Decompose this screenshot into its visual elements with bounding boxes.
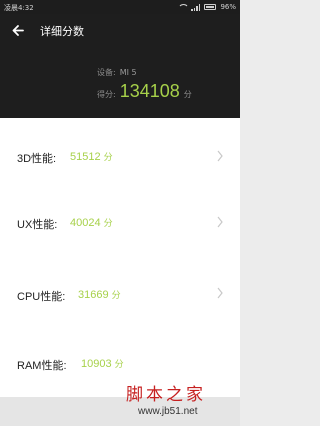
signal-icon xyxy=(191,3,201,11)
page-title: 详细分数 xyxy=(40,25,84,38)
score-card-label: RAM性能: xyxy=(17,360,67,372)
battery-percent: 96% xyxy=(220,3,236,11)
device-label: 设备: xyxy=(97,68,116,77)
score-label: 得分: xyxy=(97,90,116,99)
score-unit: 分 xyxy=(103,152,113,162)
chevron-right-icon xyxy=(217,287,223,299)
score-number: 31669 xyxy=(78,289,109,301)
score-card-value: 51512 分 xyxy=(70,150,113,163)
chevron-right-icon xyxy=(217,150,223,162)
back-button[interactable] xyxy=(8,20,28,40)
watermark-url: www.jb51.net xyxy=(138,406,198,417)
score-unit: 分 xyxy=(114,359,124,369)
score-value: 134108 xyxy=(119,81,180,101)
score-card-ux[interactable]: UX性能: 40024 分 xyxy=(0,186,240,258)
status-bar: 凌晨4:32 96% xyxy=(0,0,240,14)
app-screen: 凌晨4:32 96% 详细分数 设备: MI 5 得分: 134108 分 3D性… xyxy=(0,0,240,426)
watermark: 脚本之家 www.jb51.net xyxy=(120,380,238,424)
score-card-value: 31669 分 xyxy=(78,288,121,301)
score-unit: 分 xyxy=(111,290,121,300)
chevron-right-icon xyxy=(217,216,223,228)
score-card-value: 10903 分 xyxy=(81,357,124,370)
device-value: MI 5 xyxy=(119,68,137,77)
score-card-3d[interactable]: 3D性能: 51512 分 xyxy=(0,118,240,194)
back-arrow-icon xyxy=(12,24,24,36)
device-info: 设备: MI 5 xyxy=(97,67,137,78)
wifi-icon xyxy=(178,3,190,11)
watermark-text: 脚本之家 xyxy=(126,385,206,405)
score-card-label: 3D性能: xyxy=(17,153,57,165)
score-card-cpu[interactable]: CPU性能: 31669 分 xyxy=(0,258,240,330)
score-unit: 分 xyxy=(183,90,192,99)
status-time: 凌晨4:32 xyxy=(4,4,34,12)
score-number: 40024 xyxy=(70,217,101,229)
total-score: 得分: 134108 分 xyxy=(97,81,192,102)
battery-icon xyxy=(204,4,217,10)
score-card-value: 40024 分 xyxy=(70,216,113,229)
score-number: 10903 xyxy=(81,358,112,370)
score-card-label: UX性能: xyxy=(17,219,58,231)
score-number: 51512 xyxy=(70,151,101,163)
score-card-label: CPU性能: xyxy=(17,291,66,303)
status-icons: 96% xyxy=(178,3,236,11)
score-unit: 分 xyxy=(103,218,113,228)
header: 详细分数 设备: MI 5 得分: 134108 分 xyxy=(0,14,240,118)
